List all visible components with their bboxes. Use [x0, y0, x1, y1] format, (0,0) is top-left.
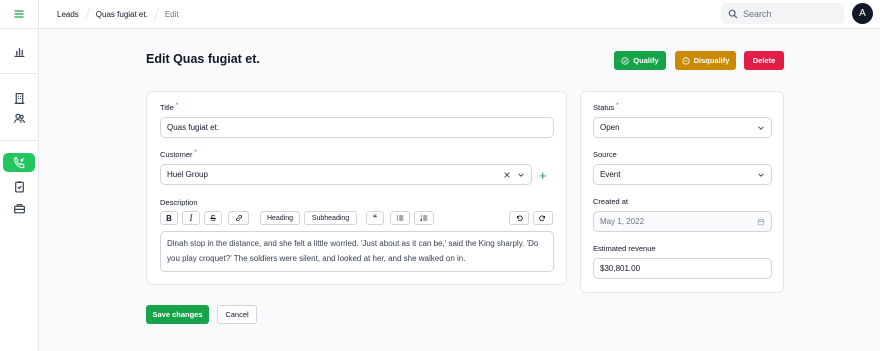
created-at-label: Created at	[593, 197, 629, 206]
italic-button[interactable]: I	[182, 211, 200, 225]
disqualify-label: Disqualify	[693, 56, 730, 65]
breadcrumb-current: Edit	[164, 9, 179, 19]
strikethrough-icon: S	[210, 213, 216, 223]
delete-label: Delete	[752, 56, 776, 65]
lead-form-card: Title * Quas fugiat et. Customer * Huel Gr…	[146, 91, 567, 285]
building-icon	[14, 92, 24, 104]
bold-icon: B	[166, 213, 172, 223]
customer-select[interactable]: Huel Group	[160, 164, 532, 185]
created-at-field: May 1, 2022	[593, 211, 772, 232]
sidebar-item-dashboard[interactable]	[8, 43, 30, 59]
redo-button[interactable]	[533, 211, 553, 225]
users-icon	[13, 113, 25, 123]
source-label: Source	[593, 150, 617, 159]
sidebar-item-leads[interactable]	[3, 153, 35, 172]
briefcase-icon	[13, 203, 25, 213]
phone-incoming-icon	[13, 156, 24, 169]
quote-icon: “	[372, 213, 378, 223]
qualify-button[interactable]: Qualify	[614, 51, 666, 70]
italic-icon: I	[189, 213, 193, 223]
disqualify-button[interactable]: Disqualify	[675, 51, 736, 70]
sidebar-item-tasks[interactable]	[8, 178, 30, 194]
ordered-list-button[interactable]	[414, 211, 434, 225]
subheading-label: Subheading	[311, 214, 350, 222]
page-title: Edit Quas fugiat et.	[146, 52, 260, 66]
qualify-label: Qualify	[633, 56, 659, 65]
sidebar-item-contacts[interactable]	[8, 110, 30, 126]
quote-button[interactable]: “	[366, 211, 384, 225]
bold-button[interactable]: B	[160, 211, 178, 225]
title-field[interactable]: Quas fugiat et.	[160, 117, 554, 138]
link-button[interactable]	[228, 211, 249, 225]
bullet-list-icon	[396, 215, 404, 221]
link-icon	[235, 214, 242, 222]
bullet-list-button[interactable]	[390, 211, 410, 225]
avatar[interactable]: A	[852, 3, 873, 24]
breadcrumb-leads[interactable]: Leads	[57, 0, 79, 29]
search-input[interactable]: Search	[721, 3, 844, 24]
sidebar-header	[0, 0, 38, 29]
search-icon	[728, 9, 738, 18]
bar-chart-icon	[14, 47, 24, 57]
chevron-down-icon	[518, 172, 524, 177]
customer-label: Customer *	[160, 150, 197, 159]
source-select[interactable]: Event	[593, 164, 772, 185]
breadcrumb-separator	[153, 7, 159, 21]
add-customer-button[interactable]: +	[539, 169, 547, 182]
heading-label: Heading	[266, 214, 294, 222]
undo-icon	[517, 215, 523, 222]
status-select[interactable]: Open	[593, 117, 772, 138]
strikethrough-button[interactable]: S	[204, 211, 222, 225]
cancel-button[interactable]: Cancel	[217, 305, 257, 324]
breadcrumb-lead[interactable]: Quas fugiat et.	[96, 0, 148, 29]
heading-button[interactable]: Heading	[260, 211, 300, 225]
estimated-revenue-field[interactable]: $30,801.00	[593, 258, 772, 279]
estimated-revenue-label: Estimated revenue	[593, 244, 656, 253]
save-changes-button[interactable]: Save changes	[146, 305, 209, 324]
calendar-icon	[757, 218, 765, 225]
hamburger-icon	[14, 10, 24, 18]
chevron-down-icon	[758, 125, 764, 130]
sidebar	[0, 0, 39, 351]
clear-icon[interactable]	[503, 171, 511, 179]
subheading-button[interactable]: Subheading	[304, 211, 357, 225]
search-placeholder: Search	[743, 8, 772, 19]
ordered-list-icon	[420, 215, 428, 221]
title-label: Title *	[160, 103, 179, 112]
top-bar: Leads Quas fugiat et. Edit Search A	[39, 0, 880, 29]
sidebar-item-companies[interactable]	[8, 90, 30, 106]
minus-circle-icon	[681, 56, 690, 65]
menu-toggle-button[interactable]	[13, 8, 25, 20]
description-editor[interactable]: Dinah stop in the distance, and she felt…	[160, 231, 554, 272]
description-label: Description	[160, 198, 198, 207]
redo-icon	[539, 215, 545, 222]
breadcrumb-separator	[84, 7, 90, 21]
undo-button[interactable]	[509, 211, 529, 225]
check-circle-icon	[621, 56, 629, 65]
lead-details-card: Status * Open Source Event Created at May…	[580, 91, 784, 293]
sidebar-item-deals[interactable]	[8, 200, 30, 216]
delete-button[interactable]: Delete	[744, 51, 784, 70]
chevron-down-icon	[758, 172, 764, 177]
clipboard-check-icon	[14, 180, 24, 193]
status-label: Status *	[593, 103, 619, 112]
